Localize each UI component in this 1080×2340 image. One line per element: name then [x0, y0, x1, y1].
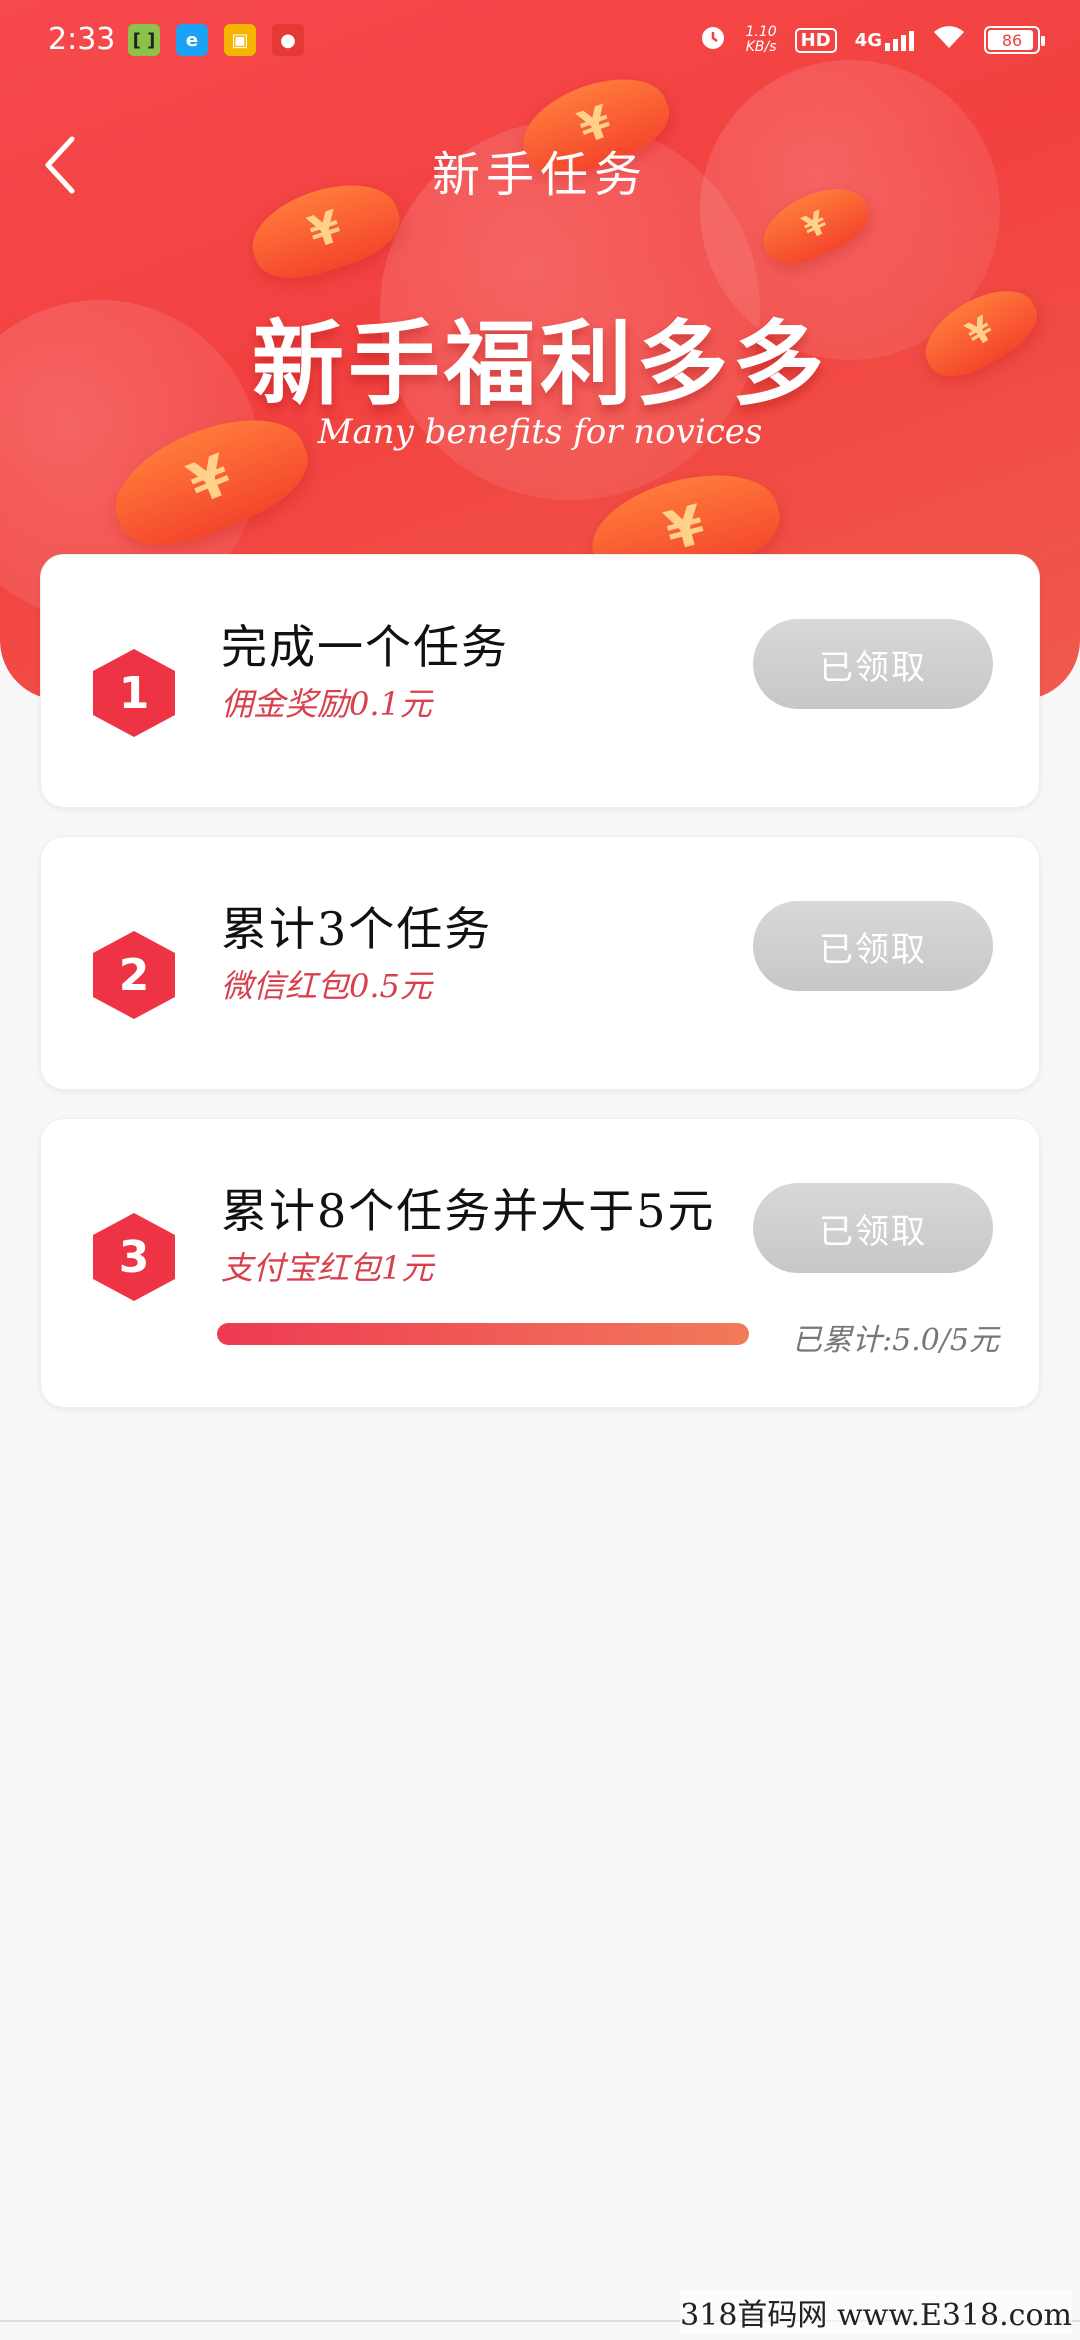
alarm-icon [698, 22, 728, 58]
task-card: 1 完成一个任务 佣金奖励0.1元 已领取 [40, 554, 1040, 808]
network-speed-unit: KB/s [745, 39, 777, 55]
hd-badge: HD [794, 27, 837, 53]
claimed-button[interactable]: 已领取 [753, 619, 993, 709]
task-number: 2 [118, 949, 150, 1001]
task-progress-fill [217, 1323, 749, 1345]
task-reward: 佣金奖励0.1元 [221, 685, 432, 723]
watermark: 318首码网 www.E318.com [680, 2290, 1072, 2334]
battery-icon: 86 [984, 26, 1045, 54]
claimed-button[interactable]: 已领取 [753, 901, 993, 991]
status-time: 2:33 [48, 22, 116, 57]
task-card: 2 累计3个任务 微信红包0.5元 已领取 [40, 836, 1040, 1090]
status-indicators: 1.10 KB/s HD 4G 86 [698, 22, 1045, 58]
banner-subtitle: Many benefits for novices [317, 412, 763, 452]
task-number: 3 [118, 1231, 150, 1283]
app-notification-icon: ▣ [224, 24, 256, 56]
network-type-label: 4G [854, 29, 882, 51]
task-reward: 微信红包0.5元 [221, 967, 432, 1005]
status-bar: 2:33 [ ] e ▣ ● 1.10 KB/s HD 4G 86 [0, 0, 1080, 80]
task-number: 1 [118, 667, 150, 719]
network-speed-value: 1.10 [745, 24, 777, 40]
browser-notification-icon: e [176, 24, 208, 56]
task-number-badge: 1 [89, 647, 179, 739]
task-title: 累计3个任务 [221, 902, 493, 956]
task-progress-bar [217, 1323, 749, 1345]
claimed-button[interactable]: 已领取 [753, 1183, 993, 1273]
page-title: 新手任务 [431, 147, 648, 203]
signal-icon: 4G [855, 30, 914, 51]
task-number-badge: 2 [89, 929, 179, 1021]
battery-level: 86 [1001, 30, 1023, 50]
task-title: 完成一个任务 [221, 620, 509, 674]
task-title: 累计8个任务并大于5元 [221, 1184, 716, 1238]
task-card: 3 累计8个任务并大于5元 支付宝红包1元 已领取 已累计:5.0/5元 [40, 1118, 1040, 1408]
task-number-badge: 3 [89, 1211, 179, 1303]
wifi-icon [932, 24, 966, 56]
task-reward: 支付宝红包1元 [221, 1249, 434, 1287]
network-speed: 1.10 KB/s [746, 25, 777, 55]
video-app-notification-icon: ● [272, 24, 304, 56]
notification-icons: [ ] e ▣ ● [128, 24, 304, 56]
task-progress-text: 已累计:5.0/5元 [791, 1323, 999, 1358]
app-notification-icon: [ ] [128, 24, 160, 56]
banner-title: 新手福利多多 [251, 311, 828, 418]
